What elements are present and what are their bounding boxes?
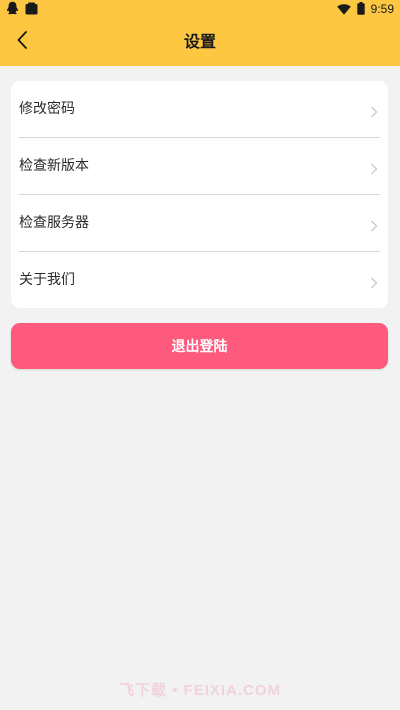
app-bar: 设置 — [0, 18, 400, 66]
chevron-right-icon — [370, 217, 378, 232]
battery-icon — [356, 0, 365, 19]
settings-card: 修改密码 检查新版本 检查服务器 关于我们 — [11, 81, 388, 308]
status-time: 9:59 — [370, 2, 394, 16]
back-button[interactable] — [8, 26, 36, 58]
status-system: 9:59 — [336, 0, 394, 19]
chevron-right-icon — [370, 160, 378, 175]
status-bar: 9:59 — [0, 0, 400, 18]
menu-item-about-us[interactable]: 关于我们 — [11, 252, 388, 308]
menu-item-check-server[interactable]: 检查服务器 — [11, 195, 388, 251]
qq-notification-icon — [6, 0, 19, 19]
watermark: 飞下载 • FEIXIA.COM — [118, 682, 282, 699]
page-title: 设置 — [183, 32, 216, 51]
menu-item-label: 修改密码 — [19, 101, 75, 117]
menu-item-change-password[interactable]: 修改密码 — [11, 81, 388, 137]
menu-item-label: 检查服务器 — [19, 215, 89, 231]
menu-item-check-version[interactable]: 检查新版本 — [11, 138, 388, 194]
chevron-right-icon — [370, 274, 378, 289]
wifi-icon — [336, 0, 351, 19]
chevron-right-icon — [370, 103, 378, 118]
app-notification-icon — [25, 0, 38, 19]
menu-item-label: 关于我们 — [19, 272, 75, 288]
status-notifications — [6, 0, 38, 19]
menu-item-label: 检查新版本 — [19, 158, 89, 174]
logout-button[interactable]: 退出登陆 — [11, 323, 388, 369]
chevron-left-icon — [16, 30, 28, 54]
